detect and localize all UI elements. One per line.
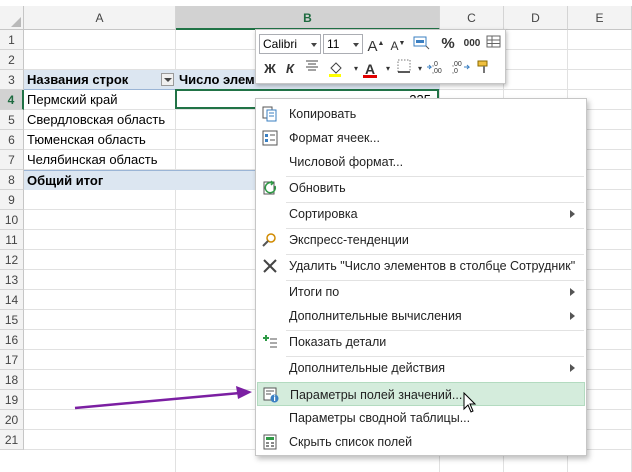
mouse-cursor-icon bbox=[463, 392, 477, 413]
annotation-arrow bbox=[74, 386, 252, 410]
